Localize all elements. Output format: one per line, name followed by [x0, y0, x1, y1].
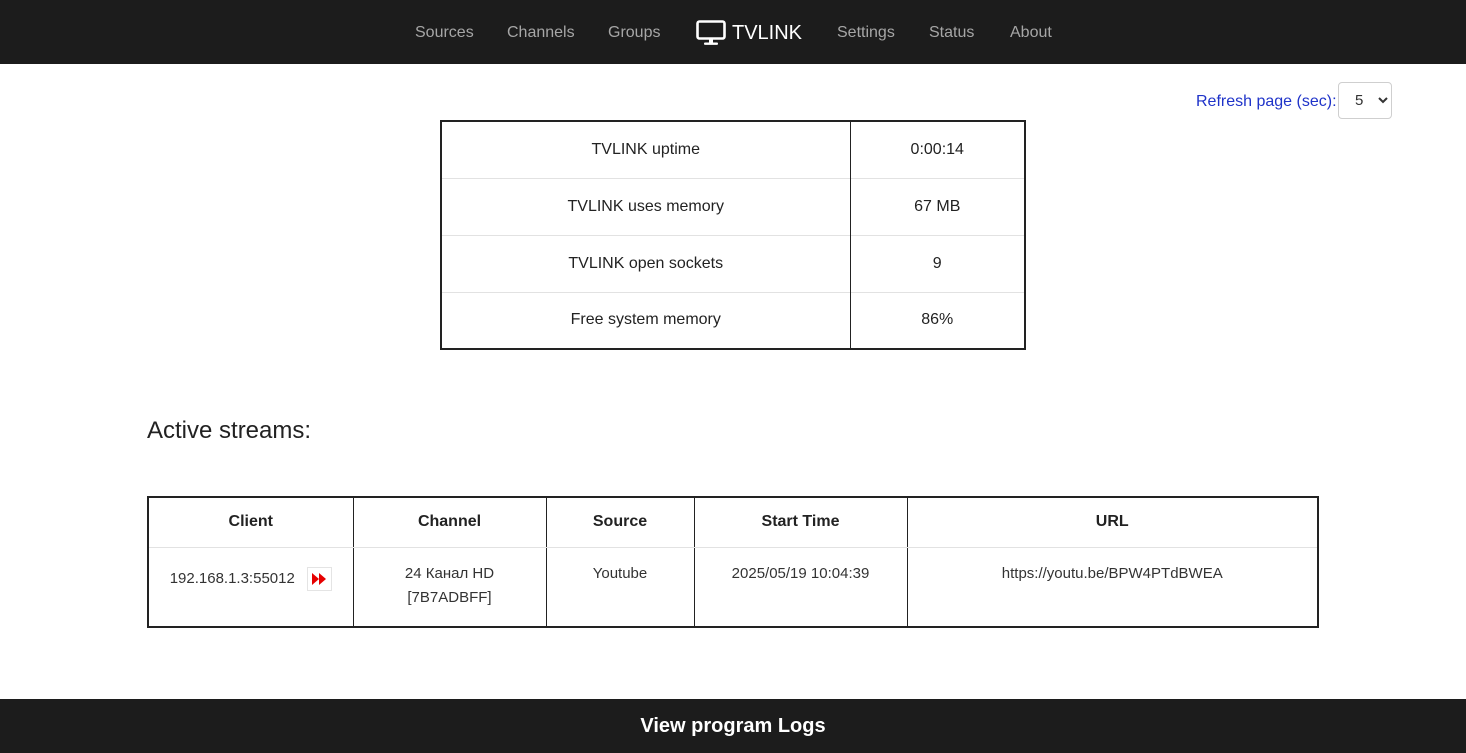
active-streams-heading: Active streams: [147, 417, 312, 444]
column-header-client: Client [148, 497, 354, 548]
client-cell-content: 192.168.1.3:55012 [149, 566, 353, 591]
stat-label: TVLINK uptime [441, 121, 851, 178]
stat-value: 9 [850, 234, 1025, 292]
monitor-icon [696, 20, 726, 45]
start-time-cell: 2025/05/19 10:04:39 [694, 547, 908, 627]
brand-label: TVLINK [732, 22, 803, 44]
column-header-url: URL [907, 497, 1318, 548]
nav-status[interactable]: Status [929, 22, 974, 44]
url-cell: https://youtu.be/BPW4PTdBWEA [1001, 564, 1223, 582]
column-header-source: Source [546, 497, 695, 548]
stat-value: 0:00:14 [910, 140, 964, 158]
stat-label: TVLINK uses memory [441, 177, 851, 235]
stats-row: TVLINK open sockets 9 [441, 234, 1025, 292]
refresh-label: Refresh page (sec): [1196, 93, 1337, 110]
refresh-interval-select[interactable]: 5 [1338, 82, 1392, 119]
client-cell: 192.168.1.3:55012 [148, 547, 354, 627]
stat-label: TVLINK open sockets [441, 234, 851, 292]
streams-table: Client Channel Source Start Time URL 192… [147, 496, 1319, 628]
source-cell: Youtube [546, 547, 695, 627]
channel-name: 24 Канал HD [404, 564, 495, 582]
open-stream-button[interactable] [306, 566, 332, 591]
column-header-start-time: Start Time [694, 497, 908, 548]
stat-label: Free system memory [441, 291, 851, 349]
footer-bar: View program Logs [0, 699, 1466, 753]
nav-channels[interactable]: Channels [507, 22, 575, 44]
top-navbar: Sources Channels Groups TVLINK Settings … [0, 0, 1466, 64]
stat-value: 67 MB [850, 177, 1025, 235]
brand-link[interactable]: TVLINK [696, 18, 802, 48]
fast-forward-icon [312, 572, 327, 585]
stats-row: TVLINK uptime 0:00:14 [441, 121, 1025, 178]
nav-sources[interactable]: Sources [415, 22, 474, 44]
nav-groups[interactable]: Groups [608, 22, 660, 44]
stat-value: 86% [850, 291, 1025, 349]
client-address: 192.168.1.3:55012 [169, 569, 295, 587]
stats-table: TVLINK uptime 0:00:14 TVLINK uses memory… [440, 120, 1026, 350]
column-header-channel: Channel [353, 497, 547, 548]
table-row: 192.168.1.3:55012 24 Канал HD [7B7ADBFF]… [148, 547, 1318, 627]
stats-row: Free system memory 86% [441, 291, 1025, 349]
streams-header-row: Client Channel Source Start Time URL [148, 497, 1318, 548]
channel-cell: 24 Канал HD [7B7ADBFF] [353, 547, 547, 627]
nav-about[interactable]: About [1010, 22, 1052, 44]
nav-settings[interactable]: Settings [837, 22, 895, 44]
channel-id: [7B7ADBFF] [407, 588, 492, 606]
stats-row: TVLINK uses memory 67 MB [441, 177, 1025, 235]
view-logs-link[interactable]: View program Logs [640, 715, 825, 738]
